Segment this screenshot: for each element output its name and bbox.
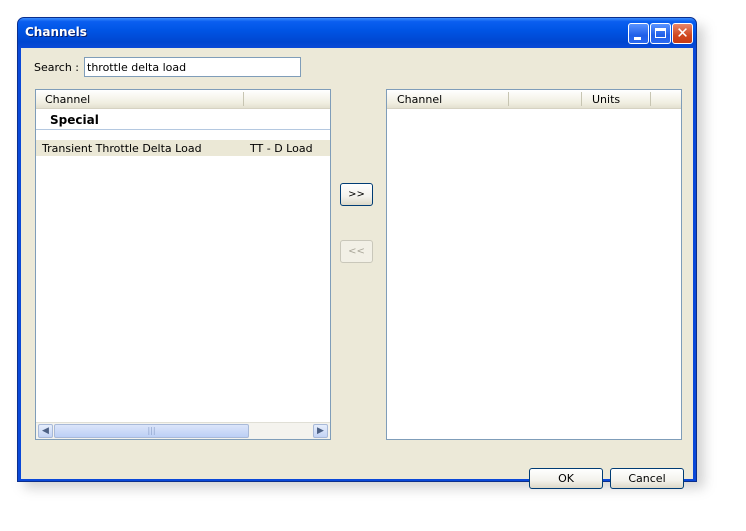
remove-channel-button[interactable]: <<: [340, 240, 373, 263]
channel-name: Transient Throttle Delta Load: [42, 142, 202, 155]
list-header: Channel Units: [387, 90, 681, 109]
column-header-units[interactable]: Units: [592, 93, 620, 106]
group-label: Special: [50, 113, 99, 127]
window-title: Channels: [25, 25, 87, 39]
list-item[interactable]: Transient Throttle Delta Load TT - D Loa…: [36, 140, 330, 156]
channel-abbreviation: TT - D Load: [250, 142, 313, 155]
column-divider[interactable]: [650, 92, 651, 106]
horizontal-scrollbar[interactable]: ◀ ||| ▶: [36, 422, 330, 439]
column-header-channel[interactable]: Channel: [45, 93, 90, 106]
cancel-button[interactable]: Cancel: [610, 468, 684, 489]
column-divider[interactable]: [243, 92, 244, 106]
selected-channels-list[interactable]: Channel Units: [386, 89, 682, 440]
search-label: Search :: [34, 61, 79, 74]
close-icon[interactable]: ✕: [672, 23, 693, 44]
dialog-body: Search : Channel Special Transient Throt…: [21, 48, 693, 489]
scroll-thumb[interactable]: |||: [54, 424, 249, 438]
channels-dialog: Channels ✕ Search : Channel Special Tran…: [17, 17, 697, 489]
column-divider[interactable]: [508, 92, 509, 106]
add-channel-button[interactable]: >>: [340, 183, 373, 206]
title-bar[interactable]: Channels ✕: [18, 18, 696, 48]
available-channels-list[interactable]: Channel Special Transient Throttle Delta…: [35, 89, 331, 440]
column-divider[interactable]: [581, 92, 582, 106]
group-header-special: Special: [36, 109, 330, 130]
minimize-icon[interactable]: [628, 23, 649, 44]
column-header-channel[interactable]: Channel: [397, 93, 442, 106]
scroll-right-icon[interactable]: ▶: [313, 424, 328, 438]
search-input[interactable]: [84, 57, 301, 77]
scroll-left-icon[interactable]: ◀: [38, 424, 53, 438]
ok-button[interactable]: OK: [529, 468, 603, 489]
list-header: Channel: [36, 90, 330, 109]
maximize-icon[interactable]: [650, 23, 671, 44]
